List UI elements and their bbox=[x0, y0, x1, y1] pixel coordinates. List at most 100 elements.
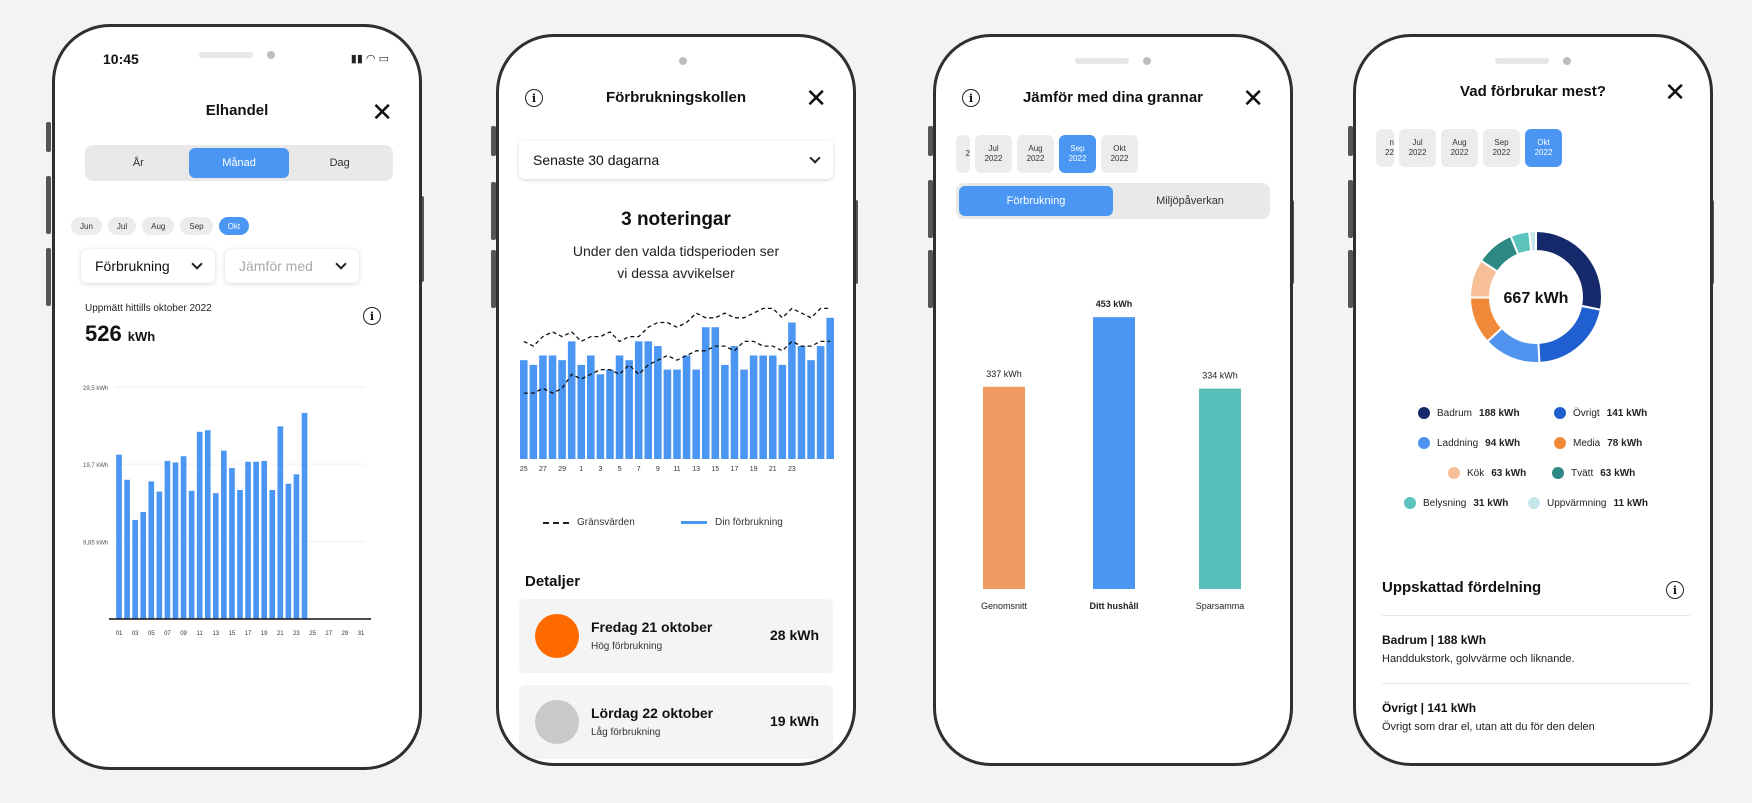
month-chip[interactable]: Aug 2022 bbox=[1017, 135, 1054, 173]
bar bbox=[644, 341, 653, 459]
month-chip[interactable]: Okt 2022 bbox=[1525, 129, 1562, 167]
bar bbox=[140, 512, 147, 619]
bar bbox=[253, 461, 259, 619]
bar bbox=[188, 490, 195, 619]
close-icon[interactable]: ✕ bbox=[1242, 85, 1264, 111]
bar bbox=[768, 355, 777, 459]
compare-dropdown[interactable]: Jämför med bbox=[225, 249, 359, 283]
tab-manad[interactable]: Månad bbox=[188, 148, 290, 178]
compare-dropdown-placeholder: Jämför med bbox=[239, 258, 313, 274]
legend-item: Badrum 188 kWh bbox=[1418, 407, 1520, 419]
tab-ar[interactable]: År bbox=[88, 148, 189, 178]
month-chip[interactable]: Sep 2022 bbox=[1059, 135, 1096, 173]
donut-total: 667 kWh bbox=[1504, 290, 1569, 307]
legend-limits: Gränsvärden bbox=[543, 517, 635, 528]
detail-card[interactable]: Lördag 22 oktober Låg förbrukning 19 kWh bbox=[519, 685, 833, 759]
bar bbox=[269, 490, 276, 619]
notes-subtext-2: vi dessa avvikelser bbox=[617, 265, 735, 281]
month-chip[interactable]: Jul bbox=[107, 217, 137, 235]
month-chip[interactable]: Aug bbox=[142, 217, 175, 235]
month-chip[interactable]: Jun bbox=[71, 217, 102, 235]
legend-label: Belysning bbox=[1423, 497, 1467, 509]
x-tick-label: 5 bbox=[618, 466, 622, 473]
status-time: 10:45 bbox=[103, 51, 139, 67]
metric-dropdown[interactable]: Förbrukning bbox=[81, 249, 215, 283]
bar bbox=[539, 355, 547, 459]
legend-label: Laddning bbox=[1437, 437, 1479, 449]
x-tick-label: 17 bbox=[731, 466, 739, 473]
bar bbox=[826, 317, 834, 459]
notes-subtext-1: Under den valda tidsperioden ser bbox=[572, 243, 780, 259]
x-tick-label: 13 bbox=[692, 466, 700, 473]
legend-value: 188 kWh bbox=[1479, 407, 1520, 419]
bar bbox=[148, 481, 155, 619]
close-icon[interactable]: ✕ bbox=[371, 99, 393, 125]
month-chip[interactable]: n 22 bbox=[1376, 129, 1394, 167]
bar bbox=[180, 456, 187, 619]
tab-miljopaverkan[interactable]: Miljöpåverkan bbox=[1113, 186, 1267, 216]
tab-forbrukning[interactable]: Förbrukning bbox=[959, 186, 1113, 216]
notch bbox=[665, 57, 687, 65]
bar bbox=[663, 369, 672, 459]
bar bbox=[285, 483, 292, 619]
legend-label: Uppvärmning bbox=[1547, 497, 1607, 509]
bar bbox=[221, 450, 227, 619]
donut-slice bbox=[1528, 229, 1537, 253]
deviation-chart: 25 27 29 1 3 5 7 9 11 13 15 17 19 21 23 bbox=[520, 307, 834, 473]
detail-date: Lördag 22 oktober bbox=[591, 705, 714, 721]
notch bbox=[1075, 57, 1151, 65]
bar bbox=[212, 493, 219, 619]
legend-item: Belysning 31 kWh bbox=[1404, 497, 1508, 509]
bar bbox=[172, 462, 179, 619]
category-item-desc: Handdukstork, golvvärme och liknande. bbox=[1382, 653, 1575, 665]
x-tick-label: 29 bbox=[341, 631, 348, 637]
info-icon[interactable]: i bbox=[363, 307, 381, 325]
close-icon[interactable]: ✕ bbox=[805, 85, 827, 111]
close-icon[interactable]: ✕ bbox=[1664, 79, 1686, 105]
x-tick-label: 27 bbox=[325, 631, 332, 637]
bar bbox=[816, 346, 825, 459]
category-label: Genomsnitt bbox=[981, 601, 1028, 611]
x-tick-label: 09 bbox=[180, 631, 187, 637]
tab-dag[interactable]: Dag bbox=[289, 148, 390, 178]
measured-unit: kWh bbox=[127, 329, 156, 344]
month-chip[interactable]: Sep bbox=[180, 217, 213, 235]
x-tick-label: 11 bbox=[673, 466, 680, 473]
bar bbox=[520, 360, 528, 459]
x-tick-label: 29 bbox=[558, 466, 566, 473]
upper-limit-line bbox=[523, 307, 831, 347]
bar bbox=[1199, 388, 1241, 589]
bar bbox=[596, 374, 605, 459]
x-tick-label: 03 bbox=[132, 631, 139, 637]
month-chip[interactable]: Aug 2022 bbox=[1441, 129, 1478, 167]
month-chip[interactable]: 2 bbox=[956, 135, 970, 173]
legend-item: Övrigt 141 kWh bbox=[1554, 407, 1647, 419]
period-dropdown[interactable]: Senaste 30 dagarna bbox=[519, 141, 833, 179]
category-item-title: Övrigt | 141 kWh bbox=[1382, 701, 1477, 715]
month-chip[interactable]: Jul 2022 bbox=[1399, 129, 1436, 167]
detail-card[interactable]: Fredag 21 oktober Hög förbrukning 28 kWh bbox=[519, 599, 833, 673]
chevron-down-icon bbox=[335, 258, 347, 270]
month-chip[interactable]: Okt 2022 bbox=[1101, 135, 1138, 173]
chevron-down-icon bbox=[809, 152, 821, 164]
data-label: 334 kWh bbox=[1202, 371, 1238, 381]
month-chip[interactable]: Okt bbox=[218, 217, 250, 235]
x-tick-label: 17 bbox=[245, 631, 252, 637]
month-chip[interactable]: Sep 2022 bbox=[1483, 129, 1520, 167]
x-tick-label: 3 bbox=[598, 466, 602, 473]
info-icon[interactable]: i bbox=[1666, 581, 1684, 599]
legend-item: Media 78 kWh bbox=[1554, 437, 1642, 449]
phone-side-button bbox=[46, 176, 51, 234]
x-tick-label: 1 bbox=[579, 466, 583, 473]
phone-side-button bbox=[46, 122, 51, 152]
detail-value: 19 kWh bbox=[769, 713, 819, 729]
x-tick-label: 25 bbox=[520, 466, 528, 473]
bar bbox=[293, 474, 300, 619]
bar bbox=[301, 412, 308, 619]
bar bbox=[1093, 317, 1135, 589]
x-tick-label: 27 bbox=[539, 466, 547, 473]
bar bbox=[164, 460, 171, 619]
month-chip[interactable]: Jul 2022 bbox=[975, 135, 1012, 173]
bar bbox=[529, 364, 538, 459]
legend-swatch bbox=[1554, 407, 1566, 419]
